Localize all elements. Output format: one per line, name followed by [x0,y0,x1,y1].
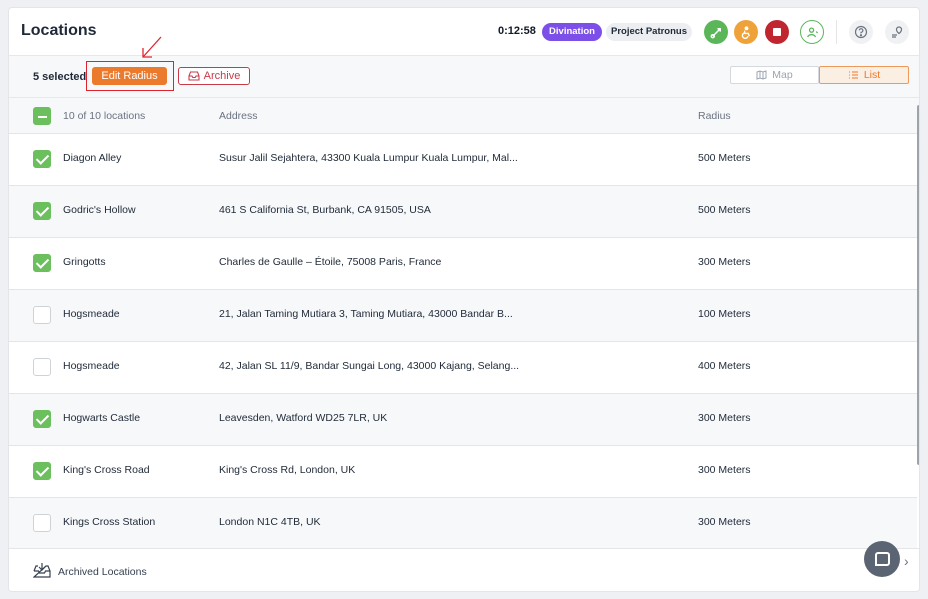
archive-label: Archive [203,70,241,82]
location-name: Diagon Alley [63,152,122,164]
accessibility-icon [741,25,750,39]
route-icon [710,27,721,38]
user-location-button[interactable] [800,20,824,44]
selection-toolbar: 5 selected Edit Radius Archive Map List [9,56,919,98]
row-checkbox[interactable] [33,358,51,376]
row-checkbox[interactable] [33,254,51,272]
selected-count: 5 selected [33,71,87,83]
map-icon [756,70,767,80]
help-button[interactable] [849,20,873,44]
location-name: Hogwarts Castle [63,412,141,424]
map-label: Map [772,69,793,81]
table-row[interactable]: Hogsmeade 21, Jalan Taming Mutiara 3, Ta… [9,290,917,342]
stop-icon [773,28,781,36]
archived-locations-label: Archived Locations [58,566,147,578]
table-row[interactable]: Godric's Hollow 461 S California St, Bur… [9,186,917,238]
chat-icon [874,552,890,566]
location-name: Hogsmeade [63,360,120,372]
row-checkbox[interactable] [33,202,51,220]
header-divider [836,20,837,44]
route-button[interactable] [704,20,728,44]
row-checkbox[interactable] [33,306,51,324]
location-address: 461 S California St, Burbank, CA 91505, … [219,204,431,216]
edit-radius-button[interactable]: Edit Radius [92,67,167,85]
table-row[interactable]: Hogwarts Castle Leavesden, Watford WD25 … [9,394,917,446]
location-name: Kings Cross Station [63,516,156,528]
user-pin-icon [806,26,818,37]
location-address: King's Cross Rd, London, UK [219,464,356,476]
column-radius: Radius [698,110,731,122]
table-row[interactable]: Diagon Alley Susur Jalil Sejahtera, 4330… [9,134,917,186]
location-radius: 300 Meters [698,464,751,476]
row-checkbox[interactable] [33,410,51,428]
chevron-right-icon[interactable]: › [904,553,909,569]
column-address: Address [219,110,258,122]
tag-project[interactable]: Project Patronus [606,23,692,41]
row-checkbox[interactable] [33,462,51,480]
inbox-download-icon [33,563,51,578]
location-address: 21, Jalan Taming Mutiara 3, Taming Mutia… [219,308,513,320]
list-scrollbar[interactable] [917,105,919,465]
row-checkbox[interactable] [33,150,51,168]
accessibility-button[interactable] [734,20,758,44]
table-row[interactable]: Kings Cross Station London N1C 4TB, UK 3… [9,498,917,550]
location-address: 42, Jalan SL 11/9, Bandar Sungai Long, 4… [219,360,520,372]
location-name: Hogsmeade [63,308,120,320]
page-title: Locations [21,22,97,39]
annotation-arrow-icon [142,36,162,58]
list-view-toggle[interactable]: List [819,66,909,84]
locations-count: 10 of 10 locations [63,110,146,122]
list-label: List [863,69,881,81]
location-address: Charles de Gaulle – Étoile, 75008 Paris,… [219,256,442,268]
table-row[interactable]: King's Cross Road King's Cross Rd, Londo… [9,446,917,498]
help-icon [854,25,868,39]
location-radius: 300 Meters [698,516,751,528]
location-radius: 300 Meters [698,412,751,424]
archive-icon [188,71,200,81]
row-checkbox[interactable] [33,514,51,532]
stop-button[interactable] [765,20,789,44]
location-address: Susur Jalil Sejahtera, 43300 Kuala Lumpu… [219,152,518,164]
location-radius: 500 Meters [698,152,751,164]
archived-locations-footer[interactable]: Archived Locations [9,548,919,591]
location-address: London N1C 4TB, UK [219,516,321,528]
table-header: 10 of 10 locations Address Radius [9,98,919,134]
archive-button[interactable]: Archive [178,67,250,85]
location-name: King's Cross Road [63,464,150,476]
select-all-checkbox[interactable] [33,107,51,125]
table-row[interactable]: Gringotts Charles de Gaulle – Étoile, 75… [9,238,917,290]
location-name: Gringotts [63,256,106,268]
location-settings-icon [892,26,903,38]
location-radius: 100 Meters [698,308,751,320]
list-icon [848,71,858,79]
tag-divination[interactable]: Divination [542,23,602,41]
location-radius: 500 Meters [698,204,751,216]
map-view-toggle[interactable]: Map [730,66,819,84]
location-settings-button[interactable] [885,20,909,44]
table-row[interactable]: Hogsmeade 42, Jalan SL 11/9, Bandar Sung… [9,342,917,394]
location-address: Leavesden, Watford WD25 7LR, UK [219,412,388,424]
chat-button[interactable] [864,541,900,577]
location-radius: 400 Meters [698,360,751,372]
locations-list: Diagon Alley Susur Jalil Sejahtera, 4330… [9,134,917,550]
location-radius: 300 Meters [698,256,751,268]
location-name: Godric's Hollow [63,204,136,216]
session-timer: 0:12:58 [498,25,536,37]
locations-panel: Locations 0:12:58 Divination Project Pat… [8,7,920,592]
